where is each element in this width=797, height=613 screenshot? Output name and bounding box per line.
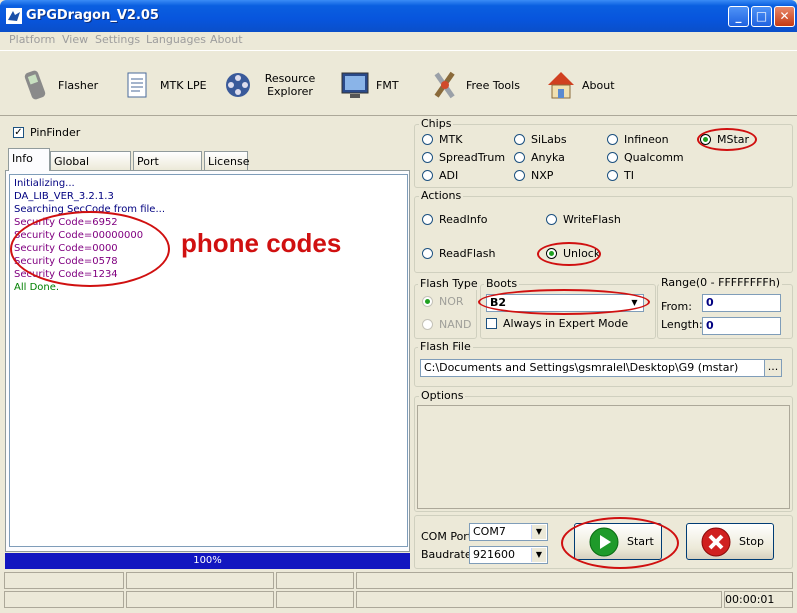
actions-group [414, 196, 793, 273]
chevron-down-icon: ▼ [531, 548, 546, 562]
radio-unlock[interactable]: Unlock [546, 247, 600, 260]
toolbar-free-tools[interactable]: Free Tools [430, 65, 520, 105]
minimize-button[interactable]: _ [728, 6, 749, 27]
tab-license[interactable]: License [204, 151, 249, 170]
menu-view[interactable]: View [62, 33, 88, 46]
range-title: Range(0 - FFFFFFFFh) [659, 276, 782, 289]
radio-infineon[interactable]: Infineon [607, 133, 669, 146]
options-area [417, 405, 790, 509]
range-length-input[interactable]: 0 [702, 317, 781, 335]
stop-icon [701, 527, 731, 556]
expert-mode-label: Always in Expert Mode [503, 317, 629, 330]
status-cell [126, 572, 274, 589]
radio-mtk[interactable]: MTK [422, 133, 462, 146]
chips-title: Chips [419, 117, 454, 130]
radio-qualcomm[interactable]: Qualcomm [607, 151, 684, 164]
pinfinder-checkbox[interactable]: ✓ [13, 127, 24, 138]
status-cell [4, 591, 124, 608]
menu-about[interactable]: About [210, 33, 243, 46]
menu-languages[interactable]: Languages [146, 33, 206, 46]
menu-platform[interactable]: Platform [9, 33, 55, 46]
play-icon [589, 527, 619, 556]
toolbar-resource-explorer[interactable]: Resource Explorer [224, 65, 320, 105]
close-button[interactable]: ✕ [774, 6, 795, 27]
radio-readflash[interactable]: ReadFlash [422, 247, 495, 260]
status-cell [276, 572, 354, 589]
toolbar-about[interactable]: About [546, 65, 615, 105]
com-port-label: COM Port [421, 530, 473, 543]
status-cell [276, 591, 354, 608]
status-cell [4, 572, 124, 589]
toolbar-flasher[interactable]: Flasher [22, 65, 98, 105]
browse-button[interactable]: ... [764, 359, 782, 377]
status-cell [126, 591, 274, 608]
progress-bar: 100% [5, 553, 410, 569]
tab-info[interactable]: Info [8, 148, 50, 171]
chevron-down-icon: ▼ [531, 525, 546, 539]
status-bar: 00:00:01 [0, 572, 797, 613]
com-port-select[interactable]: COM7 ▼ [469, 523, 548, 541]
status-cell [356, 572, 793, 589]
radio-spreadtrum[interactable]: SpreadTrum [422, 151, 505, 164]
range-from-label: From: [661, 300, 692, 313]
chevron-down-icon: ▼ [627, 296, 642, 310]
radio-adi[interactable]: ADI [422, 169, 458, 182]
expert-mode-checkbox[interactable] [486, 318, 497, 329]
status-cell [356, 591, 722, 608]
log-line: All Done. [14, 282, 60, 293]
radio-nxp[interactable]: NXP [514, 169, 553, 182]
start-button[interactable]: Start [574, 523, 662, 560]
maximize-button[interactable]: □ [751, 6, 772, 27]
toolbar-fmt[interactable]: FMT [340, 65, 399, 105]
log-line: Security Code=1234 [14, 269, 118, 280]
monitor-icon [341, 72, 369, 98]
dragon-logo-icon [6, 8, 22, 24]
baudrate-label: Baudrate [421, 548, 472, 561]
elapsed-time: 00:00:01 [724, 591, 793, 608]
film-reel-icon [226, 73, 250, 97]
menu-bar: Platform View Settings Languages About [0, 32, 797, 49]
window-title: GPGDragon_V2.05 [26, 8, 159, 23]
radio-anyka[interactable]: Anyka [514, 151, 565, 164]
toolbar-mtk-lpe[interactable]: MTK LPE [124, 65, 207, 105]
radio-writeflash[interactable]: WriteFlash [546, 213, 621, 226]
radio-ti[interactable]: TI [607, 169, 634, 182]
baudrate-select[interactable]: 921600 ▼ [469, 546, 548, 564]
options-title: Options [419, 389, 466, 402]
toolbar: Flasher MTK LPE Resource Explorer FMT Fr… [0, 50, 797, 116]
log-line: Searching SecCode from file... [14, 204, 165, 215]
flash-type-title: Flash Type [418, 277, 480, 290]
radio-silabs[interactable]: SiLabs [514, 133, 567, 146]
flash-file-path[interactable]: C:\Documents and Settings\gsmralel\Deskt… [420, 359, 766, 377]
phone-icon [24, 70, 46, 100]
boots-title: Boots [484, 277, 520, 290]
tab-port-monitor[interactable]: Port Monitor [133, 151, 202, 181]
flash-file-title: Flash File [418, 340, 473, 353]
log-line: DA_LIB_VER_3.2.1.3 [14, 191, 114, 202]
range-from-input[interactable]: 0 [702, 294, 781, 312]
actions-title: Actions [419, 189, 464, 202]
menu-settings[interactable]: Settings [95, 33, 140, 46]
radio-mstar[interactable]: MStar [700, 133, 749, 146]
document-icon [127, 72, 147, 98]
house-icon [548, 72, 574, 99]
boots-select[interactable]: B2 ▼ [486, 294, 644, 312]
range-length-label: Length: [661, 318, 703, 331]
stop-button[interactable]: Stop [686, 523, 774, 560]
annotation-text: phone codes [181, 228, 342, 258]
log-line: Initializing... [14, 178, 75, 189]
tools-icon [434, 71, 455, 99]
tab-global-settings[interactable]: Global Settings [50, 151, 131, 181]
pinfinder-label: PinFinder [30, 126, 81, 139]
radio-nor[interactable]: NOR [422, 295, 464, 308]
radio-nand[interactable]: NAND [422, 318, 471, 331]
radio-readinfo[interactable]: ReadInfo [422, 213, 487, 226]
